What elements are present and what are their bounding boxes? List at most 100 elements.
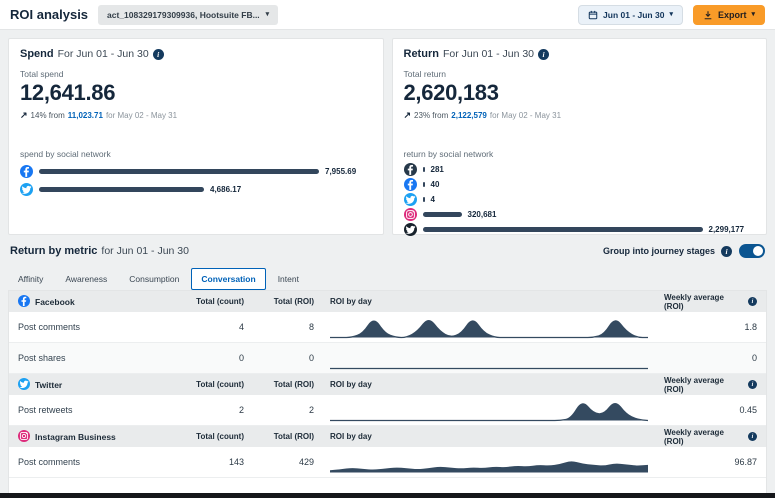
bar (423, 182, 425, 187)
column-weekly-average-label: Weekly average (ROI) (664, 293, 745, 311)
bar (423, 212, 462, 217)
metric-name: Post retweets (18, 405, 168, 415)
network-bar-facebook-dark: 281 (404, 163, 756, 175)
spend-previous-link[interactable]: 11,023.71 (68, 111, 103, 120)
journey-stages-toggle[interactable] (739, 244, 765, 258)
metric-row: Post comments 143 429 96.87 (9, 447, 766, 478)
column-total-count: Total (count) (168, 380, 244, 389)
network-bar-twitter-dark: 2,299,177 (404, 223, 756, 235)
tab-affinity[interactable]: Affinity (8, 268, 53, 290)
column-total-roi: Total (ROI) (244, 297, 314, 306)
twitter-dark-icon (404, 223, 417, 236)
bar (423, 167, 425, 172)
bar (423, 197, 425, 202)
metric-total-count: 143 (168, 457, 244, 467)
return-by-metric-period: for Jun 01 - Jun 30 (101, 245, 189, 257)
spend-card-period: For Jun 01 - Jun 30 (58, 48, 149, 60)
network-name: Twitter (35, 380, 62, 390)
return-network-bars: 281 40 4 320,681 2,299,177 (404, 163, 756, 235)
page-title: ROI analysis (10, 7, 88, 22)
column-weekly-average: Weekly average (ROI) (664, 376, 757, 394)
facebook-icon (404, 178, 417, 191)
roi-by-day-sparkline (314, 450, 664, 474)
tab-consumption[interactable]: Consumption (119, 268, 189, 290)
info-icon[interactable] (721, 246, 732, 257)
return-change-pct: 23% from (414, 111, 448, 120)
column-total-roi: Total (ROI) (244, 432, 314, 441)
network-name: Instagram Business (35, 432, 116, 442)
metric-row: Post retweets 2 2 0.45 (9, 395, 766, 426)
network-group-header: Facebook Total (count) Total (ROI) ROI b… (9, 291, 766, 312)
total-spend-label: Total spend (20, 69, 372, 79)
return-card-title: Return (404, 48, 439, 60)
account-dropdown-label: act_108329179309936, Hootsuite FB... (107, 10, 260, 20)
return-by-metric-title: Return by metric (10, 245, 97, 257)
column-weekly-average: Weekly average (ROI) (664, 428, 757, 446)
spend-change-line: ↗ 14% from 11,023.71 for May 02 - May 31 (20, 110, 372, 121)
metric-total-roi: 429 (244, 457, 314, 467)
metrics-table: Facebook Total (count) Total (ROI) ROI b… (8, 290, 767, 498)
column-weekly-average: Weekly average (ROI) (664, 293, 757, 311)
twitter-icon (18, 378, 30, 390)
summary-cards: Spend For Jun 01 - Jun 30 Total spend 12… (0, 30, 775, 235)
spend-network-bars: 7,955.694,686.17 (20, 165, 372, 195)
tab-conversation[interactable]: Conversation (191, 268, 265, 290)
return-card-header: Return For Jun 01 - Jun 30 (404, 48, 756, 60)
account-dropdown[interactable]: act_108329179309936, Hootsuite FB... ▾ (98, 5, 278, 25)
roi-by-day-sparkline (314, 346, 664, 370)
chevron-down-icon: ▾ (669, 11, 673, 18)
metric-weekly-average: 0.45 (664, 405, 757, 415)
metric-name: Post comments (18, 322, 168, 332)
bar-value: 320,681 (468, 210, 497, 219)
instagram-icon (404, 208, 417, 221)
metric-tabs: AffinityAwarenessConsumptionConversation… (0, 264, 775, 290)
facebook-dark-icon (404, 163, 417, 176)
return-card: Return For Jun 01 - Jun 30 Total return … (392, 38, 768, 235)
facebook-icon (20, 165, 33, 178)
date-range-button[interactable]: Jun 01 - Jun 30 ▾ (578, 5, 683, 25)
spend-card-header: Spend For Jun 01 - Jun 30 (20, 48, 372, 60)
column-weekly-average-label: Weekly average (ROI) (664, 376, 745, 394)
column-total-count: Total (count) (168, 297, 244, 306)
tab-intent[interactable]: Intent (268, 268, 309, 290)
journey-stages-label: Group into journey stages (603, 246, 715, 256)
spend-card: Spend For Jun 01 - Jun 30 Total spend 12… (8, 38, 384, 235)
metric-total-count: 0 (168, 353, 244, 363)
metric-total-roi: 2 (244, 405, 314, 415)
export-label: Export (718, 10, 747, 20)
network-group-header: Instagram Business Total (count) Total (… (9, 426, 766, 447)
return-previous-period: for May 02 - May 31 (490, 111, 561, 120)
network-bar-facebook: 7,955.69 (20, 165, 372, 177)
info-icon[interactable] (538, 49, 549, 60)
facebook-icon (18, 295, 30, 307)
chevron-down-icon: ▾ (751, 11, 755, 18)
total-return-value: 2,620,183 (404, 80, 756, 106)
metric-total-roi: 0 (244, 353, 314, 363)
bar (39, 187, 204, 192)
column-total-roi: Total (ROI) (244, 380, 314, 389)
info-icon[interactable] (153, 49, 164, 60)
network-bar-facebook: 40 (404, 178, 756, 190)
network-group-name: Facebook (18, 295, 168, 309)
metric-row: Post comments 4 8 1.8 (9, 312, 766, 343)
bar (423, 227, 703, 232)
spend-card-title: Spend (20, 48, 54, 60)
column-roi-by-day: ROI by day (314, 297, 664, 306)
column-roi-by-day: ROI by day (314, 380, 664, 389)
network-group-header: Twitter Total (count) Total (ROI) ROI by… (9, 374, 766, 395)
metric-weekly-average: 1.8 (664, 322, 757, 332)
return-by-metric-header: Return by metric for Jun 01 - Jun 30 Gro… (0, 235, 775, 264)
bar (39, 169, 319, 174)
info-icon[interactable] (748, 432, 757, 441)
info-icon[interactable] (748, 380, 757, 389)
roi-by-day-sparkline (314, 398, 664, 422)
return-previous-link[interactable]: 2,122,579 (451, 111, 487, 120)
network-group-name: Instagram Business (18, 430, 168, 444)
metric-weekly-average: 96.87 (664, 457, 757, 467)
bar-value: 4 (431, 195, 435, 204)
total-spend-value: 12,641.86 (20, 80, 372, 106)
info-icon[interactable] (748, 297, 757, 306)
tab-awareness[interactable]: Awareness (55, 268, 117, 290)
export-button[interactable]: Export ▾ (693, 5, 765, 25)
trend-up-icon: ↗ (20, 110, 28, 121)
